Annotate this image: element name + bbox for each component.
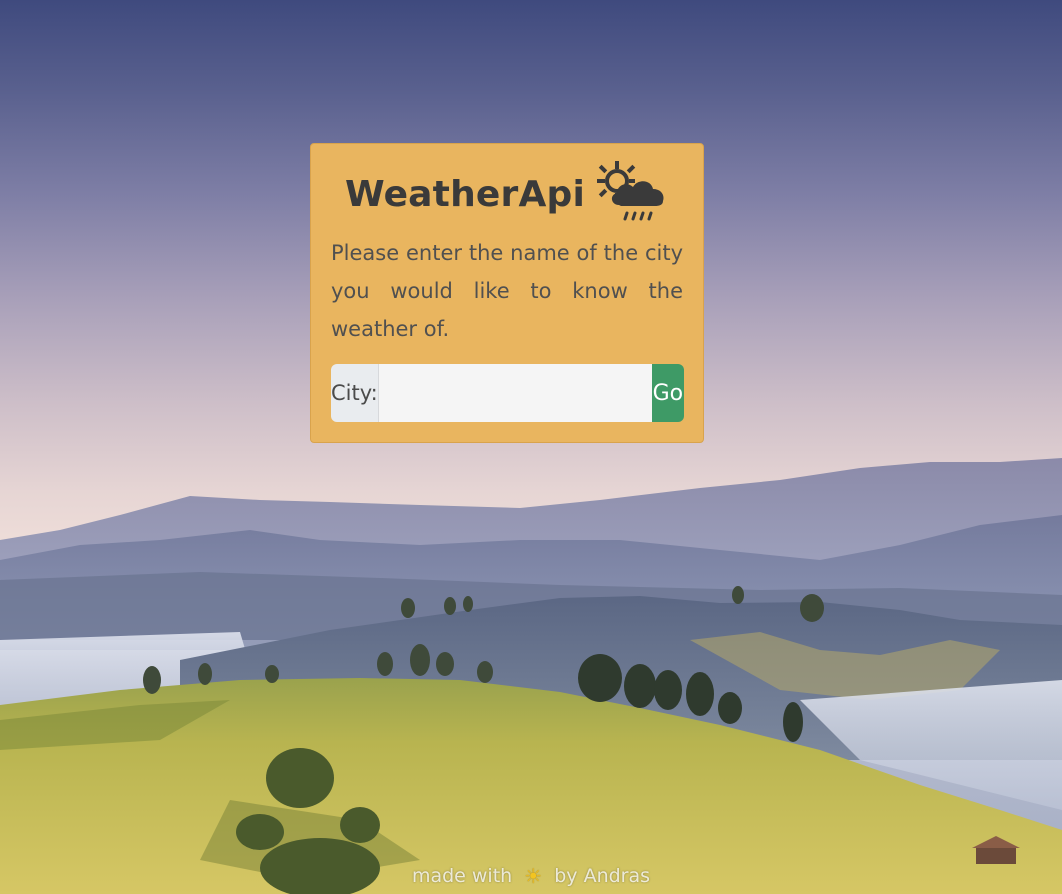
footer: made with ☀ by Andras xyxy=(0,864,1062,888)
footer-prefix: made with xyxy=(411,865,513,887)
landscape-background xyxy=(0,458,1062,894)
sun-icon: ☀ xyxy=(524,864,543,888)
instructions-text: Please enter the name of the city you wo… xyxy=(331,241,683,341)
footer-author: by Andras xyxy=(554,865,651,887)
weather-card: WeatherApi Please enter the name of the … xyxy=(310,143,704,443)
sun-cloud-rain-icon xyxy=(597,161,664,221)
page-title: WeatherApi xyxy=(344,173,586,215)
city-input-group: City: Go xyxy=(331,364,684,422)
page-root: WeatherApi Please enter the name of the … xyxy=(0,0,1062,894)
city-input[interactable] xyxy=(378,364,652,422)
card-header: WeatherApi xyxy=(331,148,683,240)
go-button[interactable]: Go xyxy=(651,364,684,422)
city-label: City: xyxy=(331,364,379,422)
